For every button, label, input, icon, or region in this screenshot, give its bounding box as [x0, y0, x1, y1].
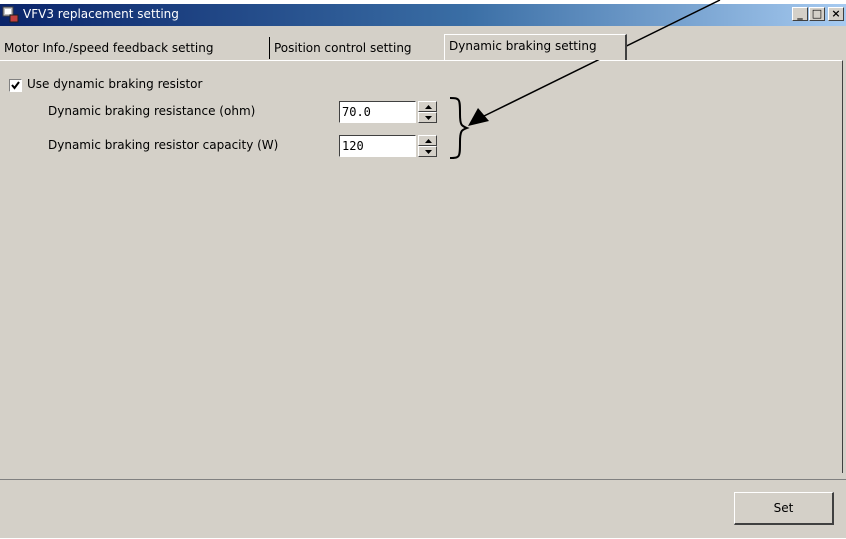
arrow-down-icon — [425, 150, 432, 154]
bottom-bar — [0, 479, 846, 539]
use-resistor-checkbox[interactable] — [9, 79, 22, 92]
capacity-label: Dynamic braking resistor capacity (W) — [48, 138, 279, 152]
tab-panel-dynamic-braking: Use dynamic braking resistor Dynamic bra… — [0, 60, 843, 473]
use-resistor-label: Use dynamic braking resistor — [27, 77, 203, 91]
minimize-button[interactable]: _ — [792, 7, 808, 21]
tab-motor-info[interactable]: Motor Info./speed feedback setting — [0, 37, 270, 59]
capacity-spin-down[interactable] — [418, 146, 437, 157]
resistance-input[interactable]: 70.0 — [339, 101, 416, 123]
title-bar[interactable]: VFV3 replacement setting _ □ × — [0, 4, 846, 26]
arrow-down-icon — [425, 116, 432, 120]
capacity-input[interactable]: 120 — [339, 135, 416, 157]
arrow-up-icon — [425, 139, 432, 143]
resistance-spinner[interactable] — [418, 101, 437, 123]
close-button[interactable]: × — [828, 7, 844, 21]
checkmark-icon — [11, 81, 20, 90]
tab-dynamic-braking[interactable]: Dynamic braking setting — [444, 34, 627, 60]
resistance-label: Dynamic braking resistance (ohm) — [48, 104, 256, 118]
app-icon — [2, 6, 19, 23]
tab-strip: Motor Info./speed feedback setting Posit… — [0, 26, 846, 63]
window-title: VFV3 replacement setting — [23, 7, 179, 21]
resistance-spin-up[interactable] — [418, 101, 437, 112]
client-area: Motor Info./speed feedback setting Posit… — [0, 26, 846, 538]
set-button[interactable]: Set — [734, 492, 834, 525]
arrow-up-icon — [425, 105, 432, 109]
resistance-spin-down[interactable] — [418, 112, 437, 123]
capacity-spin-up[interactable] — [418, 135, 437, 146]
tab-position-control[interactable]: Position control setting — [270, 37, 444, 59]
app-window: VFV3 replacement setting _ □ × Motor Inf… — [0, 0, 846, 538]
capacity-spinner[interactable] — [418, 135, 437, 157]
maximize-button[interactable]: □ — [809, 7, 825, 21]
